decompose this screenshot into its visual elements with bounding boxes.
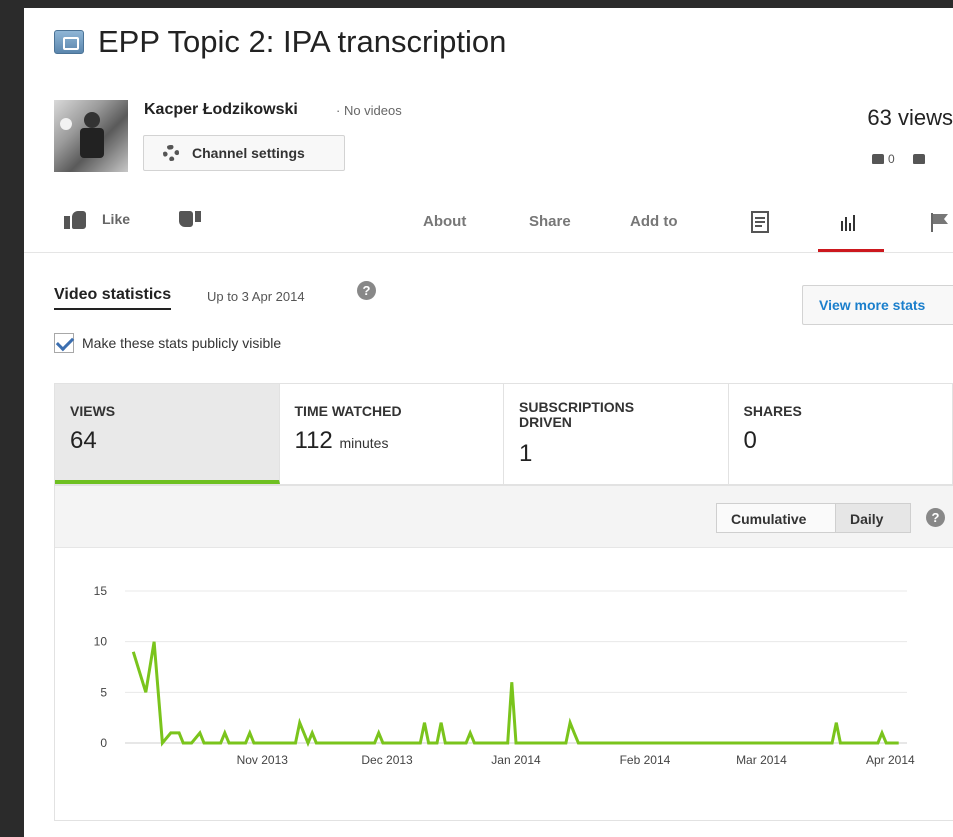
action-bar: Like About Share Add to: [24, 203, 953, 253]
view-count: 63 views: [867, 105, 953, 130]
metric-tab-views[interactable]: VIEWS 64: [55, 384, 280, 484]
video-page: EPP Topic 2: IPA transcription Kacper Ło…: [24, 8, 953, 837]
x-tick-label: Jan 2014: [491, 753, 541, 767]
gear-icon: [162, 144, 180, 162]
metric-value: 1: [519, 440, 533, 467]
owner-video-count: · No videos: [336, 103, 402, 118]
about-tab[interactable]: About: [423, 213, 466, 230]
metric-value: 0: [743, 427, 757, 454]
metric-label: SUBSCRIPTIONS DRIVEN: [519, 399, 635, 430]
view-more-stats-button[interactable]: View more stats: [802, 285, 953, 325]
metrics-tabs: VIEWS 64 TIME WATCHED 112 minutes SUBSCR…: [54, 383, 953, 485]
chart-toggle-bar: Cumulative Daily ?: [55, 486, 953, 548]
channel-settings-label: Channel settings: [192, 145, 305, 161]
mini-thumb-down-icon: [912, 154, 925, 164]
public-stats-checkbox[interactable]: [54, 333, 74, 353]
share-tab[interactable]: Share: [529, 213, 571, 230]
video-title: EPP Topic 2: IPA transcription: [98, 24, 507, 59]
public-stats-label: Make these stats publicly visible: [82, 335, 282, 351]
x-tick-label: Feb 2014: [620, 753, 671, 767]
metric-tab-subscriptions[interactable]: SUBSCRIPTIONS DRIVEN 1: [504, 384, 729, 484]
like-count: 0: [888, 152, 895, 166]
owner-name[interactable]: Kacper Łodzikowski: [144, 101, 298, 119]
add-to-tab[interactable]: Add to: [630, 213, 677, 230]
metric-value: 112: [294, 427, 333, 454]
y-tick-label: 10: [94, 635, 108, 649]
metric-value-row: 112 minutes: [295, 427, 504, 455]
daily-views-chart: 0 5 10 15 Nov 2013 Dec 2013 Jan 2014 Feb 2014 Ma…: [94, 584, 915, 767]
thumb-up-icon: [64, 209, 88, 229]
mini-thumb-up-icon: [872, 154, 884, 164]
y-tick-label: 5: [100, 685, 107, 699]
metric-tab-shares[interactable]: SHARES 0: [729, 384, 953, 484]
chart-panel: Cumulative Daily ? 0 5 10 15 Nov 2013 Dec 201…: [54, 485, 953, 821]
owner-avatar[interactable]: [54, 100, 128, 172]
metric-label: SHARES: [743, 403, 802, 419]
like-button[interactable]: Like: [64, 209, 130, 229]
unlisted-lock-icon: [54, 30, 84, 54]
flag-icon[interactable]: [930, 211, 950, 233]
channel-settings-button[interactable]: Channel settings: [143, 135, 345, 171]
metric-tab-time-watched[interactable]: TIME WATCHED 112 minutes: [280, 384, 504, 484]
x-tick-label: Apr 2014: [866, 753, 915, 767]
y-tick-label: 0: [100, 736, 107, 750]
cumulative-toggle[interactable]: Cumulative: [716, 503, 836, 533]
metric-unit: minutes: [339, 435, 389, 451]
chart-help-icon[interactable]: ?: [926, 508, 945, 527]
dislike-button[interactable]: [179, 211, 201, 231]
public-stats-row: Make these stats publicly visible: [54, 333, 281, 353]
x-tick-label: Dec 2013: [361, 753, 413, 767]
transcript-icon[interactable]: [750, 211, 770, 233]
help-icon[interactable]: ?: [357, 281, 376, 300]
video-statistics-heading: Video statistics: [54, 286, 172, 310]
x-tick-label: Nov 2013: [237, 753, 289, 767]
stats-date-range: Up to 3 Apr 2014: [207, 289, 305, 304]
metric-value: 64: [70, 427, 97, 454]
like-count-summary: 0: [872, 152, 925, 166]
statistics-tab-underline: [818, 249, 884, 252]
metric-label: VIEWS: [70, 403, 116, 419]
daily-toggle[interactable]: Daily: [835, 503, 911, 533]
statistics-icon[interactable]: [840, 211, 860, 233]
metric-label: TIME WATCHED: [294, 403, 402, 419]
title-row: EPP Topic 2: IPA transcription: [54, 24, 506, 60]
like-label: Like: [102, 211, 131, 227]
y-tick-label: 15: [94, 584, 108, 598]
x-tick-label: Mar 2014: [736, 753, 787, 767]
